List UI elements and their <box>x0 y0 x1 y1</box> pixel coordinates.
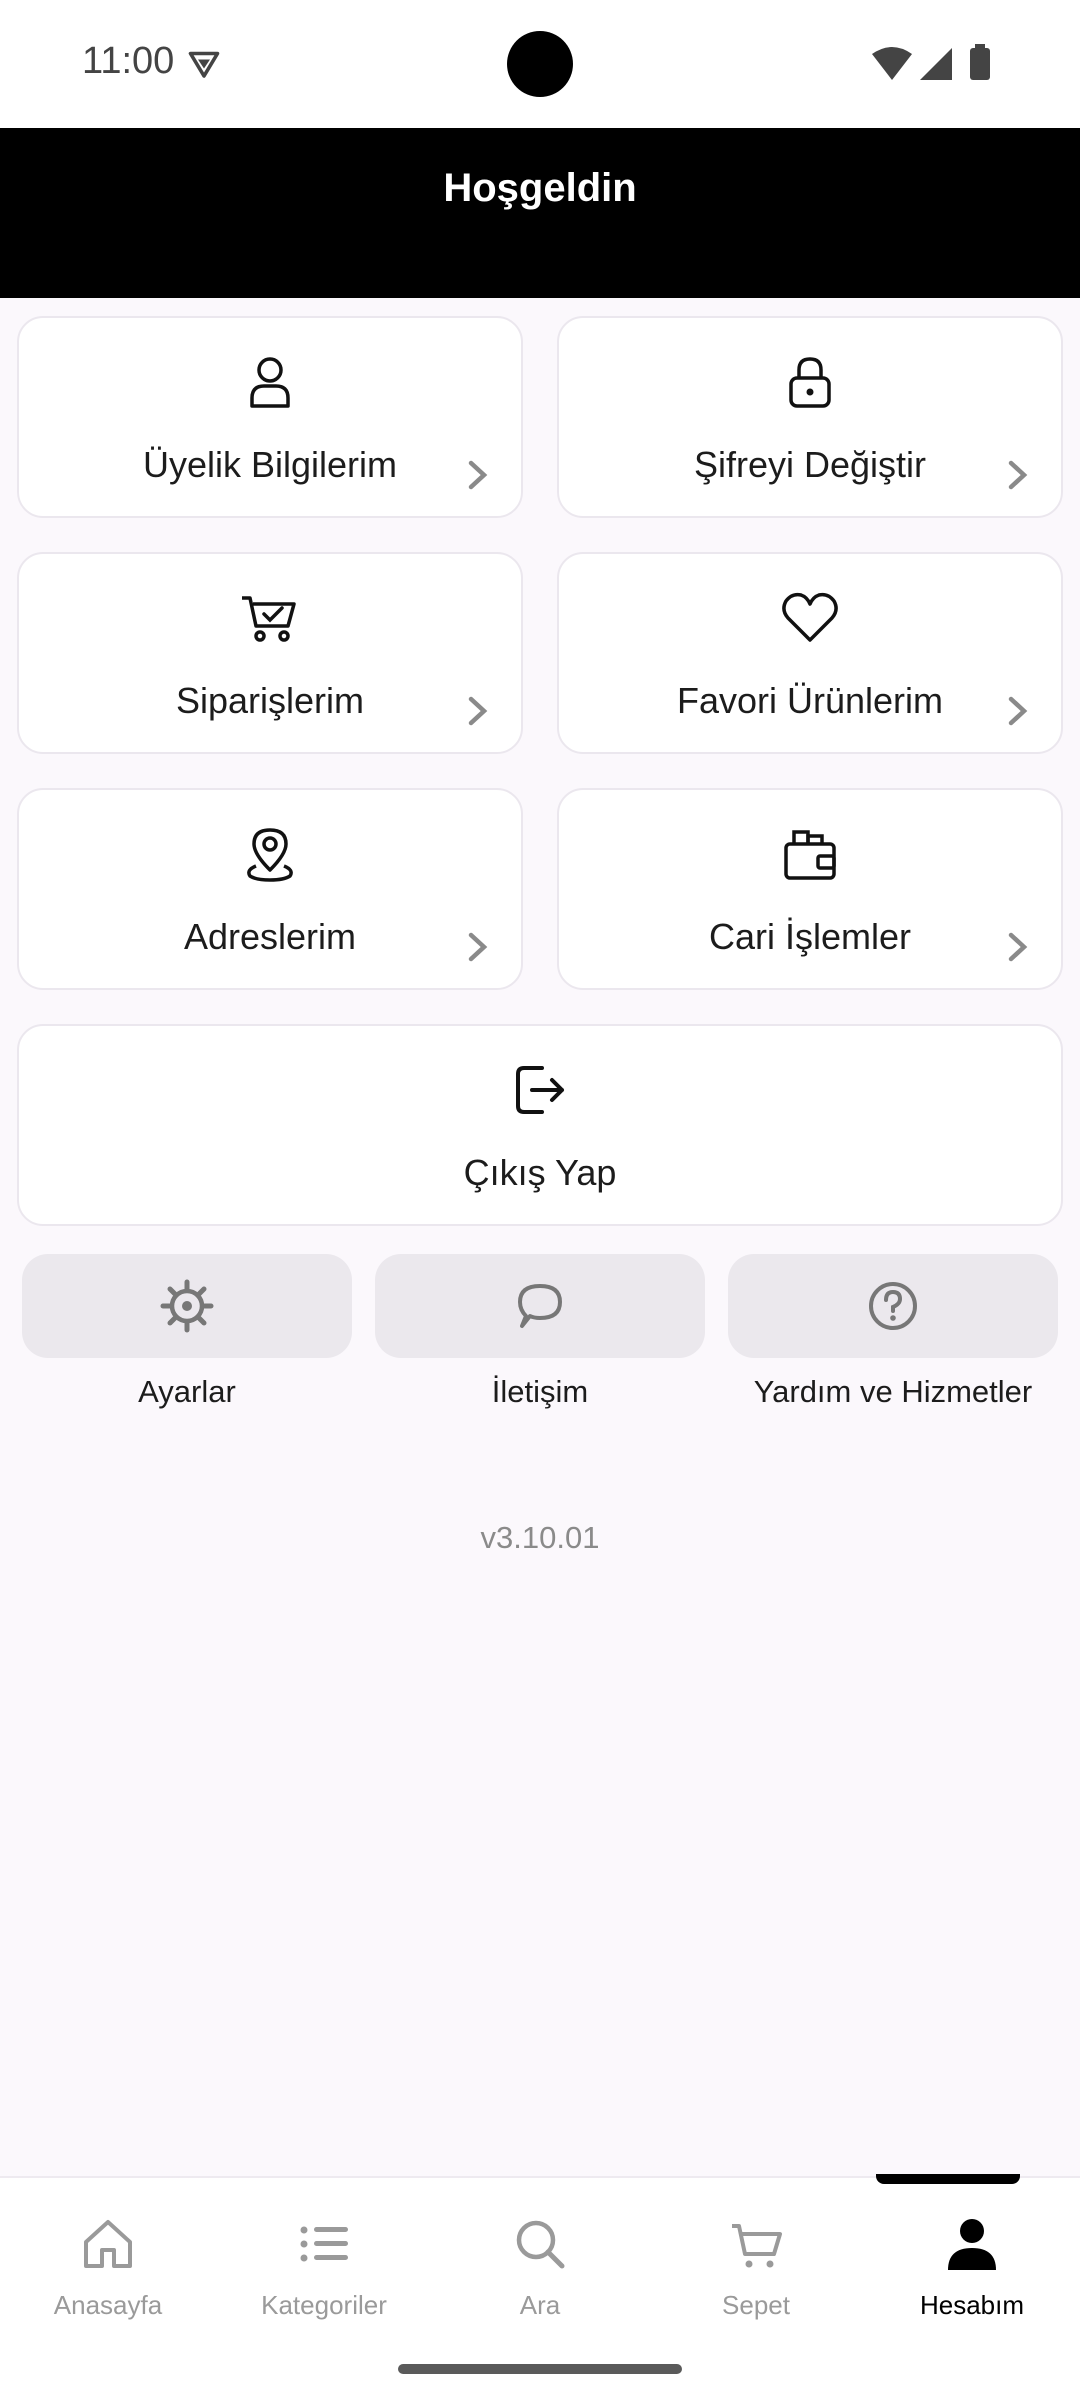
logout-icon <box>516 1066 564 1114</box>
wallet-icon <box>784 830 836 880</box>
user-filled-icon <box>948 2219 996 2270</box>
app-header: Hoşgeldin <box>0 128 1080 298</box>
signal-icon <box>920 48 952 80</box>
nav-account-label: Hesabım <box>919 2290 1025 2320</box>
contact-label: İletişim <box>491 1374 589 1409</box>
search-icon <box>516 2220 565 2269</box>
change-password-button[interactable]: Şifreyi Değiştir <box>557 316 1063 518</box>
settings-label: Ayarlar <box>138 1374 236 1409</box>
user-icon <box>250 357 290 408</box>
current-account-button[interactable]: Cari İşlemler <box>557 788 1063 990</box>
chevron-right-icon <box>1008 696 1028 726</box>
current-account-label: Cari İşlemler <box>708 916 912 957</box>
camera-cutout <box>507 31 573 97</box>
favorites-button[interactable]: Favori Ürünlerim <box>557 552 1063 754</box>
nav-search[interactable]: Ara <box>432 2178 648 2348</box>
gear-icon <box>160 1279 214 1333</box>
contact-button[interactable] <box>375 1254 705 1358</box>
app-version: v3.10.01 <box>480 1520 600 1555</box>
help-label: Yardım ve Hizmetler <box>753 1374 1033 1409</box>
chevron-right-icon <box>468 460 488 490</box>
gesture-home-bar[interactable] <box>398 2364 682 2374</box>
nav-home[interactable]: Anasayfa <box>0 2178 216 2348</box>
home-icon <box>84 2220 132 2268</box>
chevron-right-icon <box>468 696 488 726</box>
orders-button[interactable]: Siparişlerim <box>17 552 523 754</box>
cart-check-icon <box>242 596 296 642</box>
map-pin-icon <box>247 828 293 882</box>
list-icon <box>300 2226 348 2262</box>
nav-categories[interactable]: Kategoriler <box>216 2178 432 2348</box>
nav-home-label: Anasayfa <box>53 2290 163 2320</box>
status-time: 11:00 <box>82 40 175 82</box>
page-title: Hoşgeldin <box>443 166 637 210</box>
membership-info-label: Üyelik Bilgilerim <box>142 444 398 485</box>
cart-icon <box>732 2224 782 2268</box>
change-password-label: Şifreyi Değiştir <box>693 444 927 485</box>
nav-categories-label: Kategoriler <box>261 2290 387 2320</box>
nav-cart-label: Sepet <box>722 2290 790 2320</box>
status-bar: 11:00 <box>0 0 1080 128</box>
wifi-icon <box>872 47 912 80</box>
vpn-icon <box>188 51 220 78</box>
addresses-button[interactable]: Adreslerim <box>17 788 523 990</box>
settings-button[interactable] <box>22 1254 352 1358</box>
nav-cart[interactable]: Sepet <box>648 2178 864 2348</box>
logout-button[interactable]: Çıkış Yap <box>17 1024 1063 1226</box>
chevron-right-icon <box>468 932 488 962</box>
help-icon <box>869 1282 917 1330</box>
logout-label: Çıkış Yap <box>463 1152 617 1193</box>
orders-label: Siparişlerim <box>175 680 365 721</box>
membership-info-button[interactable]: Üyelik Bilgilerim <box>17 316 523 518</box>
status-icons <box>872 44 990 80</box>
heart-icon <box>782 592 838 642</box>
chevron-right-icon <box>1008 932 1028 962</box>
chat-icon <box>518 1284 562 1328</box>
help-button[interactable] <box>728 1254 1058 1358</box>
chevron-right-icon <box>1008 460 1028 490</box>
nav-search-label: Ara <box>519 2290 561 2320</box>
favorites-label: Favori Ürünlerim <box>676 680 944 721</box>
nav-account[interactable]: Hesabım <box>864 2178 1080 2348</box>
lock-icon <box>789 357 831 408</box>
battery-icon <box>970 48 990 80</box>
addresses-label: Adreslerim <box>183 916 357 957</box>
